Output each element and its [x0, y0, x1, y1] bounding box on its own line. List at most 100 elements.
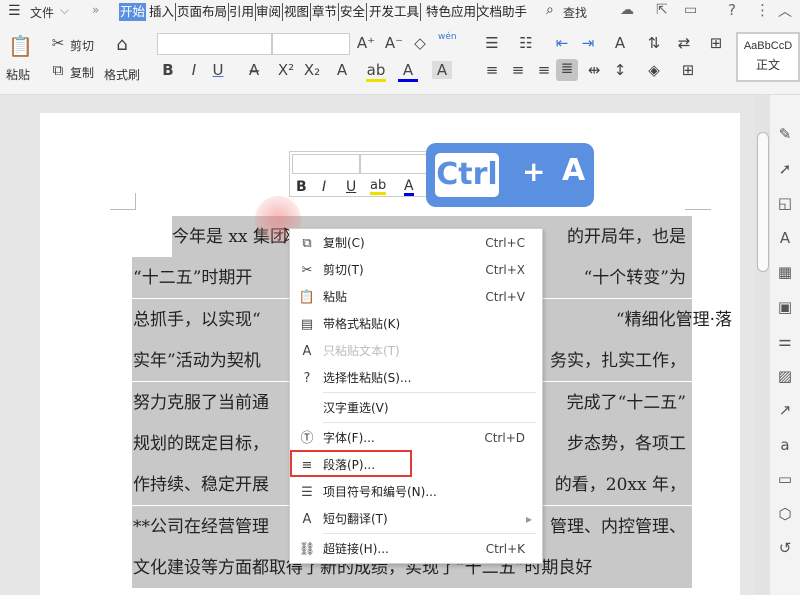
char-shading-icon[interactable]: A — [432, 61, 452, 79]
text-line-left[interactable]: 实年”活动为契机 — [133, 347, 261, 375]
tab-5[interactable]: 视图 — [283, 3, 312, 21]
clear-format-icon[interactable]: ◇ — [410, 34, 430, 52]
text-line-right[interactable]: 管理、内控管理、 — [550, 513, 686, 541]
menu-item[interactable]: 汉字重选(V) — [290, 395, 542, 422]
tab-4[interactable]: 审阅 — [255, 3, 284, 21]
chevron-down-icon[interactable]: ⌵ — [60, 3, 69, 18]
more-icon[interactable]: ⋮ — [755, 1, 770, 19]
picture-icon[interactable]: ▭ — [775, 470, 795, 488]
justify-icon[interactable]: ≣ — [556, 59, 578, 81]
tab-1[interactable]: 插入 — [148, 3, 177, 21]
share-icon[interactable]: ↗ — [775, 401, 795, 419]
font-size-combo[interactable] — [272, 33, 350, 55]
search-icon[interactable]: ⌕ — [546, 2, 554, 18]
text-line-right[interactable]: “精细化管理·落 — [616, 306, 732, 334]
italic-icon[interactable]: I — [184, 61, 204, 79]
tab-6[interactable]: 章节 — [311, 3, 340, 21]
strikethrough-icon[interactable]: A̶ — [244, 61, 264, 79]
select-icon[interactable]: ➚ — [775, 160, 795, 178]
underline-icon[interactable]: U — [208, 61, 228, 79]
paste-button[interactable]: 粘贴 — [6, 66, 30, 83]
decrease-indent-icon[interactable]: ⇤ — [552, 34, 572, 52]
copy-button[interactable]: 复制 — [70, 64, 94, 81]
shading-icon[interactable]: ◈ — [644, 61, 664, 79]
numbering-icon[interactable]: ☷ — [516, 34, 536, 52]
search-button[interactable]: 查找 — [563, 4, 587, 21]
menu-item[interactable]: ? 选择性粘贴(S)... — [290, 365, 542, 392]
tab-3[interactable]: 引用 — [228, 3, 257, 21]
table-border-icon[interactable]: ⊞ — [706, 34, 726, 52]
menu-item[interactable]: ✂ 剪切(T) Ctrl+X — [290, 257, 542, 284]
font-name-combo[interactable] — [157, 33, 272, 55]
translate-icon[interactable]: a — [775, 436, 795, 454]
pen-icon[interactable]: ✎ — [775, 125, 795, 143]
bullets-icon[interactable]: ☰ — [482, 34, 502, 52]
tab-0[interactable]: 开始 — [119, 3, 147, 21]
menu-item[interactable]: Ⓣ 字体(F)... Ctrl+D — [290, 425, 542, 452]
plugin-icon[interactable]: ⬡ — [775, 505, 795, 523]
italic-icon[interactable]: I — [322, 179, 326, 195]
text-line-left[interactable]: 总抓手，以实现“ — [133, 306, 261, 334]
collapse-ribbon-icon[interactable]: ︿ — [778, 1, 792, 21]
mini-size-combo[interactable] — [360, 154, 428, 174]
format-painter-button[interactable]: 格式刷 — [104, 66, 140, 83]
vertical-scrollbar[interactable] — [755, 95, 770, 595]
text-line-right[interactable]: 完成了“十二五” — [567, 389, 686, 417]
text-line-right[interactable]: 务实，扎实工作， — [550, 347, 686, 375]
text-effect-icon[interactable]: A — [332, 61, 352, 79]
text-direction-icon[interactable]: A — [610, 34, 630, 52]
text-line-left[interactable]: 规划的既定目标， — [133, 430, 269, 458]
menu-item[interactable]: ⧉ 复制(C) Ctrl+C — [290, 230, 542, 257]
grow-font-icon[interactable]: A⁺ — [356, 34, 376, 52]
cloud-icon[interactable]: ☁ — [620, 2, 634, 18]
distribute-icon[interactable]: ⇹ — [584, 61, 604, 79]
bold-icon[interactable]: B — [158, 61, 178, 79]
settings-sliders-icon[interactable]: ⚌ — [775, 332, 795, 350]
paste-icon[interactable]: 📋 — [8, 34, 33, 58]
subscript-icon[interactable]: X₂ — [302, 61, 322, 79]
tab-8[interactable]: 开发工具 — [368, 3, 422, 21]
font-color-icon[interactable]: A — [404, 179, 414, 196]
text-line-right[interactable]: 的看，20xx 年， — [555, 471, 686, 499]
image-gallery-icon[interactable]: ▨ — [775, 367, 795, 385]
menu-icon[interactable]: ☰ — [8, 3, 21, 19]
menu-item[interactable]: 📋 粘贴 Ctrl+V — [290, 284, 542, 311]
tab-2[interactable]: 页面布局 — [176, 3, 230, 21]
text-line-left[interactable]: **公司在经营管理 — [133, 513, 269, 541]
cut-button[interactable]: 剪切 — [70, 37, 94, 54]
help-icon[interactable]: ? — [728, 1, 736, 19]
menu-item[interactable]: ☰ 项目符号和编号(N)... — [290, 479, 542, 506]
apps-icon[interactable]: ▣ — [775, 298, 795, 316]
tool-icon[interactable]: ▭ — [684, 2, 697, 18]
text-style-icon[interactable]: A — [775, 229, 795, 247]
style-normal[interactable]: AaBbCcD 正文 — [736, 32, 800, 82]
tab-7[interactable]: 安全 — [339, 3, 368, 21]
highlight-icon[interactable]: ab — [366, 61, 386, 82]
shrink-font-icon[interactable]: A⁻ — [384, 34, 404, 52]
align-center-icon[interactable]: ≡ — [508, 61, 528, 79]
scroll-thumb[interactable] — [757, 132, 769, 272]
align-left-icon[interactable]: ≡ — [482, 61, 502, 79]
show-marks-icon[interactable]: ⇄ — [674, 34, 694, 52]
tab-9[interactable]: 特色应用 — [425, 3, 479, 21]
menu-item[interactable]: ▤ 带格式粘贴(K) — [290, 311, 542, 338]
text-line-right[interactable]: 的开局年，也是 — [567, 223, 686, 251]
tab-10[interactable]: 文档助手 — [476, 3, 528, 21]
text-line-left[interactable]: “十二五”时期开 — [133, 264, 252, 292]
align-right-icon[interactable]: ≡ — [534, 61, 554, 79]
line-spacing-icon[interactable]: ↕ — [610, 61, 630, 79]
text-line-right[interactable]: “十个转变”为 — [584, 264, 686, 292]
font-color-icon[interactable]: A — [398, 61, 418, 82]
more-tabs-icon[interactable]: » — [92, 3, 99, 17]
text-line-left[interactable]: 作持续、稳定开展 — [133, 471, 269, 499]
text-line-right[interactable]: 步态势，各项工 — [567, 430, 686, 458]
share-icon[interactable]: ⇱ — [656, 2, 668, 18]
highlight-icon[interactable]: ab — [370, 179, 387, 195]
superscript-icon[interactable]: X² — [276, 61, 296, 79]
file-menu[interactable]: 文件 — [30, 4, 54, 21]
history-icon[interactable]: ↺ — [775, 539, 795, 557]
text-line-left[interactable]: 努力克服了当前通 — [133, 389, 269, 417]
increase-indent-icon[interactable]: ⇥ — [578, 34, 598, 52]
menu-item[interactable]: ⛓ 超链接(H)... Ctrl+K — [290, 536, 542, 563]
shapes-icon[interactable]: ◱ — [775, 194, 795, 212]
